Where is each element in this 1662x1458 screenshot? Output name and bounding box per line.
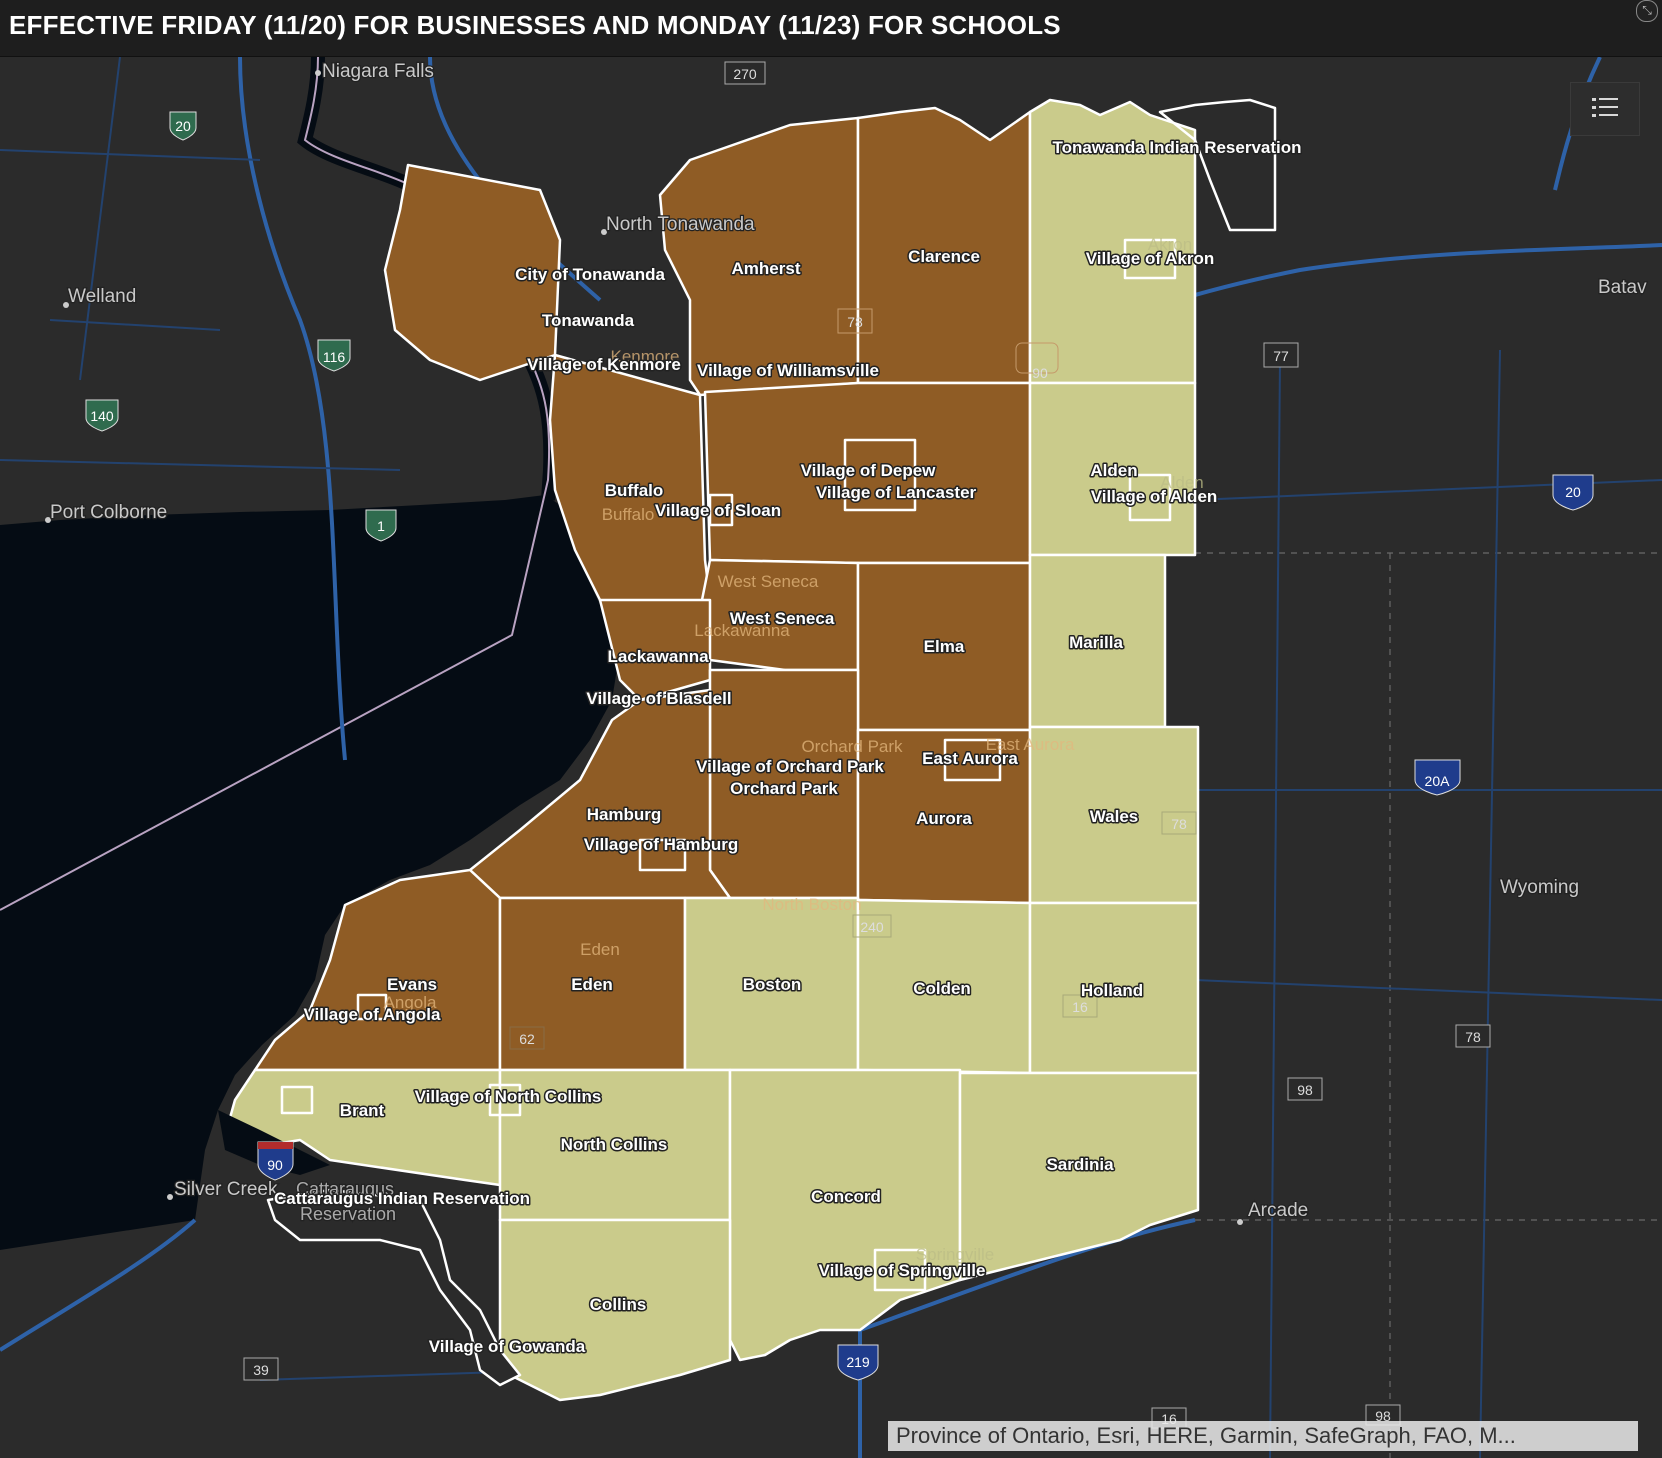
- route-78-amherst: 78: [847, 314, 863, 330]
- label-hamburg: Hamburg: [587, 805, 662, 824]
- route-78-east: 78: [1465, 1029, 1481, 1045]
- label-elma: Elma: [924, 637, 965, 656]
- route-270: 270: [733, 66, 757, 82]
- label-colden: Colden: [913, 979, 971, 998]
- label-village-of-akron: Village of Akron: [1086, 249, 1214, 268]
- route-116: 116: [323, 349, 346, 365]
- place-wyoming: Wyoming: [1500, 877, 1579, 898]
- label-village-of-hamburg: Village of Hamburg: [584, 835, 739, 854]
- label-village-of-lancaster: Village of Lancaster: [816, 483, 977, 502]
- place-silver-creek: Silver Creek: [174, 1179, 278, 1200]
- map-attribution: Province of Ontario, Esri, HERE, Garmin,…: [888, 1421, 1638, 1451]
- label-village-of-blasdell: Village of Blasdell: [586, 689, 731, 708]
- page-title: EFFECTIVE FRIDAY (11/20) FOR BUSINESSES …: [9, 10, 1061, 40]
- faint-north-boston: North Boston: [762, 895, 861, 914]
- zone-clarence: [856, 106, 1032, 385]
- label-orchard-park: Orchard Park: [730, 779, 838, 798]
- label-city-of-tonawanda: City of Tonawanda: [515, 265, 665, 284]
- label-village-of-williamsville: Village of Williamsville: [697, 361, 879, 380]
- map-canvas[interactable]: 270 20 116 140 1 78 90 77 20 20A 78 240 …: [0, 57, 1662, 1458]
- label-village-of-angola: Village of Angola: [304, 1005, 442, 1024]
- label-village-of-alden: Village of Alden: [1091, 487, 1218, 506]
- label-wales: Wales: [1090, 807, 1139, 826]
- label-brant: Brant: [340, 1101, 385, 1120]
- label-north-collins: North Collins: [561, 1135, 668, 1154]
- label-alden: Alden: [1090, 461, 1137, 480]
- route-39: 39: [253, 1362, 269, 1378]
- place-north-tonawanda: North Tonawanda: [606, 214, 755, 235]
- label-village-of-sloan: Village of Sloan: [655, 501, 781, 520]
- map-header: EFFECTIVE FRIDAY (11/20) FOR BUSINESSES …: [0, 0, 1662, 57]
- route-16-holland: 16: [1072, 999, 1088, 1015]
- route-20: 20: [1565, 484, 1581, 500]
- label-clarence: Clarence: [908, 247, 980, 266]
- label-village-of-north-collins: Village of North Collins: [415, 1087, 602, 1106]
- legend-toggle-button[interactable]: [1570, 82, 1640, 136]
- label-lackawanna: Lackawanna: [607, 647, 709, 666]
- route-77: 77: [1273, 348, 1289, 364]
- label-village-of-depew: Village of Depew: [801, 461, 937, 480]
- faint-eden: Eden: [580, 940, 620, 959]
- faint-buffalo: Buffalo: [602, 505, 655, 524]
- zone-amherst: [658, 116, 860, 397]
- label-evans: Evans: [387, 975, 437, 994]
- place-welland: Welland: [68, 286, 136, 307]
- label-sardinia: Sardinia: [1046, 1155, 1114, 1174]
- route-219: 219: [846, 1354, 870, 1370]
- place-niagara-falls: Niagara Falls: [322, 61, 434, 82]
- label-tonawanda-indian-reservation: Tonawanda Indian Reservation: [1052, 138, 1301, 157]
- place-batavia: Batav: [1598, 277, 1647, 298]
- label-aurora: Aurora: [916, 809, 972, 828]
- route-98: 98: [1297, 1082, 1313, 1098]
- route-20-ontario: 20: [175, 118, 191, 134]
- label-village-of-gowanda: Village of Gowanda: [429, 1337, 586, 1356]
- faint-orchard-park: Orchard Park: [801, 737, 903, 756]
- label-cattaraugus-indian-reservation: Cattaraugus Indian Reservation: [274, 1189, 530, 1208]
- label-boston: Boston: [743, 975, 802, 994]
- route-240: 240: [860, 919, 884, 935]
- route-20a: 20A: [1425, 773, 1451, 789]
- label-collins: Collins: [590, 1295, 647, 1314]
- label-west-seneca: West Seneca: [730, 609, 835, 628]
- label-village-of-springville: Village of Springville: [819, 1261, 986, 1280]
- place-arcade: Arcade: [1248, 1200, 1308, 1221]
- label-eden: Eden: [571, 975, 613, 994]
- label-village-of-kenmore: Village of Kenmore: [527, 355, 681, 374]
- route-140: 140: [90, 408, 114, 424]
- route-78-wales: 78: [1171, 816, 1187, 832]
- route-90-interstate: 90: [267, 1157, 283, 1173]
- place-port-colborne: Port Colborne: [50, 502, 167, 523]
- route-90-thruway: 90: [1032, 365, 1048, 381]
- arrow-expand-icon[interactable]: ⤡: [1636, 0, 1658, 22]
- label-amherst: Amherst: [732, 259, 801, 278]
- route-1: 1: [377, 518, 385, 534]
- label-marilla: Marilla: [1069, 633, 1123, 652]
- route-62: 62: [519, 1031, 535, 1047]
- label-east-aurora: East Aurora: [922, 749, 1018, 768]
- label-tonawanda: Tonawanda: [542, 311, 635, 330]
- faint-west-seneca: West Seneca: [718, 572, 819, 591]
- list-icon: [1592, 98, 1618, 117]
- label-village-of-orchard-park: Village of Orchard Park: [696, 757, 884, 776]
- label-holland: Holland: [1081, 981, 1143, 1000]
- label-buffalo: Buffalo: [605, 481, 664, 500]
- label-concord: Concord: [811, 1187, 881, 1206]
